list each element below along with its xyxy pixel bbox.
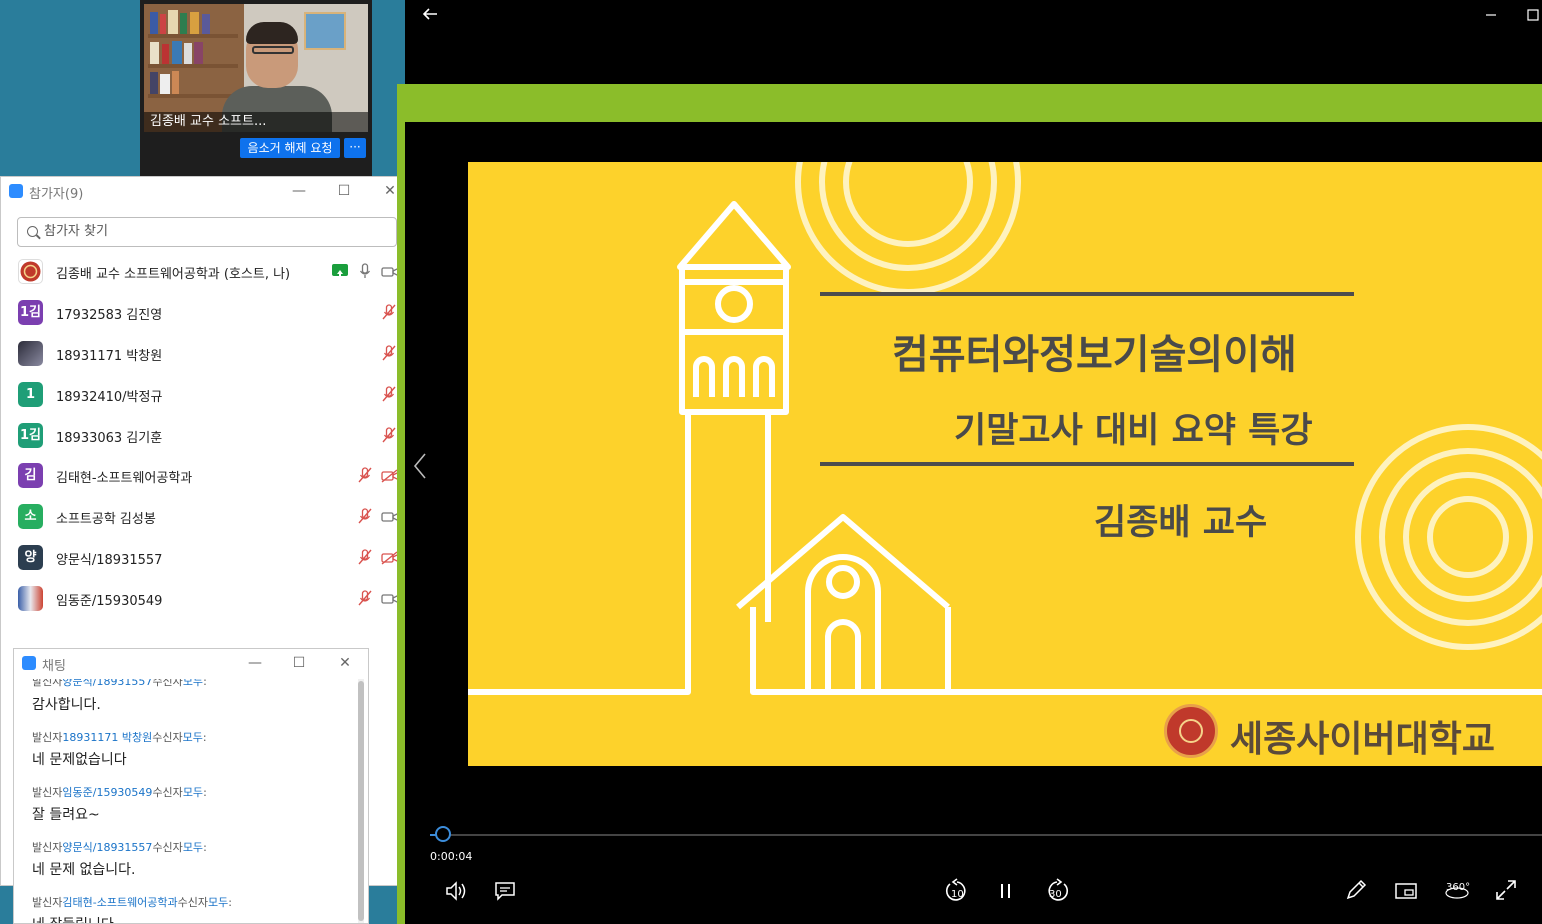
school-seal-logo [1164, 704, 1218, 758]
participant-photo-avatar [18, 586, 43, 611]
slide-left-border [397, 84, 405, 924]
participant-name: 소프트공학 김성봉 [56, 512, 156, 527]
previous-chevron-icon[interactable] [412, 452, 428, 480]
divider [820, 462, 1354, 466]
mini-view-icon[interactable] [1394, 880, 1418, 902]
search-icon [27, 226, 38, 237]
vr-360-label: 360° [1446, 882, 1471, 893]
minimize-icon[interactable]: — [289, 181, 309, 201]
participant-name: 김종배 교수 소프트웨어공학과 (호스트, 나) [56, 267, 291, 282]
participant-row[interactable]: 양 양문식/18931557 [1, 537, 411, 577]
divider [820, 292, 1354, 296]
participant-name: 17932583 김진영 [56, 308, 163, 323]
slide-title: 컴퓨터와정보기술의이해 [892, 332, 1297, 378]
participant-avatar: 양 [18, 545, 43, 570]
slide-subtitle: 기말고사 대비 요약 특강 [954, 411, 1313, 451]
muted-mic-icon[interactable] [357, 549, 373, 565]
participant-row[interactable]: 소 소프트공학 김성봉 [1, 496, 411, 536]
participant-name: 18931171 박창원 [56, 349, 163, 364]
participant-row[interactable]: 임동준/15930549 [1, 578, 411, 618]
back-arrow-icon[interactable] [420, 6, 440, 22]
participants-title: 참가자(9) [29, 187, 84, 202]
progress-track[interactable] [430, 834, 1542, 836]
participant-row[interactable]: 김 김태현-소프트웨어공학과 [1, 455, 411, 495]
chat-message-text: 네 문제 없습니다. [32, 862, 136, 878]
chat-window: 채팅 — ☐ ✕ 발신자양문식/18931557수신자모두: 감사합니다. 발신… [13, 648, 369, 924]
more-options-button[interactable]: ··· [344, 138, 366, 158]
chat-message-header: 발신자양문식/18931557수신자모두: [32, 841, 207, 854]
skip-forward-label: 30 [1049, 889, 1062, 900]
zoom-icon [9, 184, 23, 198]
search-placeholder: 참가자 찾기 [44, 224, 108, 239]
fullscreen-icon[interactable] [1494, 878, 1518, 902]
muted-mic-icon[interactable] [381, 427, 397, 443]
participant-avatar: 1김 [18, 423, 43, 448]
participant-row[interactable]: 1 18932410/박정규 [1, 374, 411, 414]
chat-message-text: 네 잘들립니다 [32, 914, 114, 923]
participant-name: 18933063 김기훈 [56, 431, 163, 446]
maximize-icon[interactable]: ☐ [334, 181, 354, 201]
participant-avatar: 소 [18, 504, 43, 529]
progress-slider-knob[interactable] [435, 826, 451, 842]
chat-scrollbar-thumb[interactable] [358, 681, 364, 921]
muted-mic-icon[interactable] [357, 508, 373, 524]
maximize-icon[interactable]: ☐ [289, 653, 309, 673]
zoom-icon [22, 656, 36, 670]
video-tile[interactable]: 김종배 교수 소프트... 음소거 해제 요청 ··· [140, 0, 372, 176]
chat-titlebar: 채팅 — ☐ ✕ [14, 649, 368, 677]
participant-row[interactable]: 김종배 교수 소프트웨어공학과 (호스트, 나) [1, 251, 411, 291]
participant-row[interactable]: 1김 17932583 김진영 [1, 292, 411, 332]
participant-name: 임동준/15930549 [56, 594, 163, 609]
pen-icon[interactable] [1344, 878, 1368, 902]
volume-icon[interactable] [444, 880, 468, 902]
participant-search-input[interactable]: 참가자 찾기 [17, 217, 397, 247]
request-unmute-button[interactable]: 음소거 해제 요청 [240, 138, 340, 158]
slide-top-border [397, 84, 1542, 122]
close-icon[interactable]: ✕ [335, 653, 355, 673]
school-name: 세종사이버대학교 [1230, 719, 1495, 760]
maximize-icon[interactable] [1526, 6, 1540, 22]
skip-back-label: 10 [951, 889, 964, 900]
participants-titlebar: 참가자(9) — ☐ ✕ [1, 177, 411, 205]
participant-row[interactable]: 18931171 박창원 [1, 333, 411, 373]
mic-icon[interactable] [359, 263, 371, 283]
chat-message-list[interactable]: 발신자양문식/18931557수신자모두: 감사합니다. 발신자18931171… [14, 679, 354, 923]
muted-mic-icon[interactable] [381, 304, 397, 320]
chat-message-header: 발신자임동준/15930549수신자모두: [32, 786, 207, 799]
muted-mic-icon[interactable] [381, 386, 397, 402]
subtitles-icon[interactable] [494, 880, 516, 902]
chat-message-text: 네 문제없습니다 [32, 752, 127, 768]
chat-title: 채팅 [42, 659, 66, 674]
participant-avatar: 1 [18, 382, 43, 407]
chat-message-text: 감사합니다. [32, 697, 101, 713]
muted-mic-icon[interactable] [357, 467, 373, 483]
participant-name: 양문식/18931557 [56, 553, 163, 568]
participant-avatar: 김 [18, 463, 43, 488]
school-seal-avatar [18, 259, 43, 284]
muted-mic-icon[interactable] [381, 345, 397, 361]
presenter-name: 김종배 교수 [1094, 503, 1268, 543]
participant-avatar: 1김 [18, 300, 43, 325]
share-screen-icon [332, 264, 348, 276]
chat-message-header: 발신자18931171 박창원수신자모두: [32, 731, 207, 744]
chat-message-header: 발신자양문식/18931557수신자모두: [32, 679, 207, 688]
elapsed-time: 0:00:04 [430, 850, 473, 863]
pause-icon[interactable] [998, 880, 1014, 902]
chat-message-header: 발신자김태현-소프트웨어공학과수신자모두: [32, 896, 233, 909]
participant-name: 18932410/박정규 [56, 390, 163, 405]
minimize-icon[interactable] [1484, 6, 1498, 22]
muted-mic-icon[interactable] [357, 590, 373, 606]
participant-name: 김태현-소프트웨어공학과 [56, 471, 193, 486]
video-name-label: 김종배 교수 소프트... [144, 112, 368, 132]
chat-message-text: 잘 들려요~ [32, 807, 100, 823]
participant-row[interactable]: 1김 18933063 김기훈 [1, 415, 411, 455]
minimize-icon[interactable]: — [245, 653, 265, 673]
participant-photo-avatar [18, 341, 43, 366]
lecture-slide: 컴퓨터와정보기술의이해 기말고사 대비 요약 특강 김종배 교수 세종사이버대학… [468, 162, 1542, 766]
